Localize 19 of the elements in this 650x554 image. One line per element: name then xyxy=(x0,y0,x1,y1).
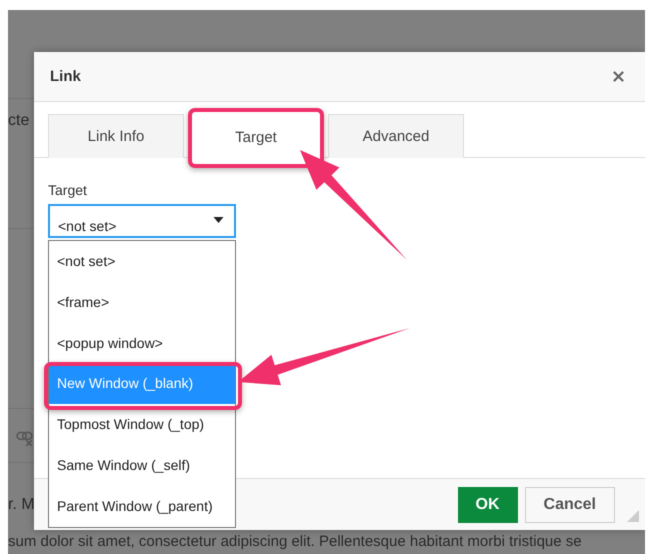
target-select[interactable]: <not set> xyxy=(48,204,236,238)
cancel-button[interactable]: Cancel xyxy=(524,486,615,522)
background-text: r. M xyxy=(8,496,35,514)
background-text: cte xyxy=(8,112,30,130)
close-icon[interactable] xyxy=(612,70,625,83)
field-label: Target xyxy=(48,182,87,198)
background-text: sum dolor sit amet, consectetur adipiscing elit. Pellentesque habitant morbi tristique se xyxy=(8,533,582,550)
caret-icon xyxy=(213,217,224,223)
dropdown-option[interactable]: Same Window (_self) xyxy=(49,444,235,486)
tab[interactable]: Link Info xyxy=(48,114,184,158)
resize-grip-icon[interactable] xyxy=(627,510,639,522)
tab[interactable]: Advanced xyxy=(328,114,464,158)
dropdown-option[interactable]: <popup window> xyxy=(49,322,235,364)
dropdown-option[interactable]: <frame> xyxy=(49,282,235,323)
dropdown-option[interactable]: <not set> xyxy=(49,241,235,282)
dropdown-option[interactable]: Parent Window (_parent) xyxy=(49,486,235,527)
dialog-title: Link xyxy=(50,68,81,85)
ok-button[interactable]: OK xyxy=(458,486,518,522)
dropdown-option[interactable]: Topmost Window (_top) xyxy=(49,404,235,445)
